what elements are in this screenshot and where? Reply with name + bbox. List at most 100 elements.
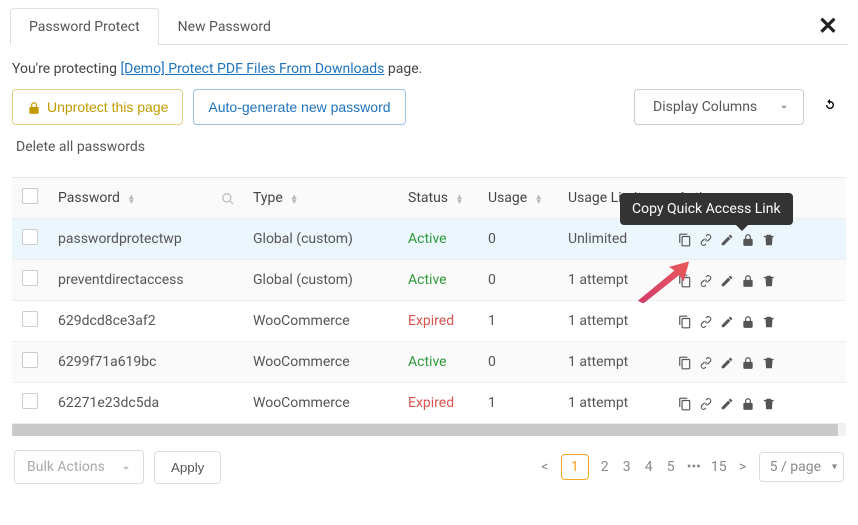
- cell-actions: [668, 260, 846, 301]
- lock-icon[interactable]: [741, 395, 755, 411]
- cell-password: 6299f71a619bc: [48, 342, 243, 383]
- page-last[interactable]: 15: [711, 459, 727, 475]
- tab-password-protect[interactable]: Password Protect: [10, 8, 159, 45]
- cell-type: WooCommerce: [243, 301, 398, 342]
- unprotect-button[interactable]: Unprotect this page: [12, 89, 183, 125]
- cell-password: preventdirectaccess: [48, 260, 243, 301]
- table-row: 62271e23dc5da WooCommerce Expired 1 1 at…: [12, 383, 846, 424]
- chevron-down-icon: [777, 99, 791, 115]
- intro-prefix: You're protecting: [12, 61, 120, 77]
- pagination: < 1 2 3 4 5 ••• 15 > 5 / page ▾: [539, 452, 844, 482]
- copy-icon[interactable]: [678, 354, 692, 370]
- copy-icon[interactable]: [678, 272, 692, 288]
- page-3[interactable]: 3: [621, 459, 633, 475]
- cell-status: Active: [398, 219, 478, 260]
- cell-password: 629dcd8ce3af2: [48, 301, 243, 342]
- select-all-checkbox[interactable]: [22, 188, 38, 204]
- edit-icon[interactable]: [720, 354, 734, 370]
- display-columns-label: Display Columns: [653, 99, 757, 115]
- lock-icon[interactable]: [741, 313, 755, 329]
- cell-password: passwordprotectwp: [48, 219, 243, 260]
- cell-status: Expired: [398, 301, 478, 342]
- apply-button[interactable]: Apply: [154, 451, 221, 484]
- col-usage[interactable]: Usage ▲▼: [478, 178, 558, 219]
- cell-actions: [668, 342, 846, 383]
- cell-actions: [668, 383, 846, 424]
- edit-icon[interactable]: [720, 313, 734, 329]
- edit-icon[interactable]: [720, 272, 734, 288]
- row-checkbox[interactable]: [22, 393, 38, 409]
- lock-icon[interactable]: [741, 272, 755, 288]
- copy-icon[interactable]: [678, 313, 692, 329]
- col-status[interactable]: Status ▲▼: [398, 178, 478, 219]
- cell-type: WooCommerce: [243, 342, 398, 383]
- page-2[interactable]: 2: [599, 459, 611, 475]
- display-columns-select[interactable]: Display Columns: [634, 89, 804, 125]
- link-icon[interactable]: [699, 354, 713, 370]
- unprotect-label: Unprotect this page: [47, 99, 168, 115]
- cell-status: Active: [398, 342, 478, 383]
- cell-usage-limit: 1 attempt: [558, 260, 668, 301]
- col-password[interactable]: Password ▲▼: [48, 178, 243, 219]
- row-checkbox[interactable]: [22, 311, 38, 327]
- trash-icon[interactable]: [762, 231, 776, 247]
- edit-icon[interactable]: [720, 231, 734, 247]
- refresh-icon[interactable]: [814, 89, 846, 126]
- link-icon[interactable]: [699, 272, 713, 288]
- link-icon[interactable]: [699, 395, 713, 411]
- page-5[interactable]: 5: [665, 459, 677, 475]
- autogen-button[interactable]: Auto-generate new password: [193, 89, 405, 125]
- table-row: preventdirectaccess Global (custom) Acti…: [12, 260, 846, 301]
- lock-icon[interactable]: [741, 354, 755, 370]
- sort-icon: ▲▼: [127, 194, 135, 204]
- cell-usage: 1: [478, 383, 558, 424]
- link-icon[interactable]: [699, 231, 713, 247]
- bulk-actions-select[interactable]: Bulk Actions: [14, 450, 144, 484]
- copy-icon[interactable]: [678, 231, 692, 247]
- trash-icon[interactable]: [762, 272, 776, 288]
- link-icon[interactable]: [699, 313, 713, 329]
- table-row: 6299f71a619bc WooCommerce Active 0 1 att…: [12, 342, 846, 383]
- page-ellipsis: •••: [687, 459, 701, 475]
- row-checkbox[interactable]: [22, 270, 38, 286]
- cell-usage: 0: [478, 219, 558, 260]
- lock-icon: [27, 99, 41, 115]
- page-next[interactable]: >: [737, 459, 749, 475]
- cell-usage-limit: 1 attempt: [558, 342, 668, 383]
- tab-new-password[interactable]: New Password: [159, 8, 290, 45]
- tooltip: Copy Quick Access Link: [620, 193, 793, 225]
- trash-icon[interactable]: [762, 395, 776, 411]
- cell-usage-limit: 1 attempt: [558, 301, 668, 342]
- row-checkbox[interactable]: [22, 352, 38, 368]
- row-checkbox[interactable]: [22, 229, 38, 245]
- col-type[interactable]: Type ▲▼: [243, 178, 398, 219]
- cell-usage: 0: [478, 260, 558, 301]
- cell-type: Global (custom): [243, 219, 398, 260]
- cell-type: WooCommerce: [243, 383, 398, 424]
- horizontal-scrollbar[interactable]: [12, 424, 846, 436]
- page-prev[interactable]: <: [539, 459, 551, 475]
- intro-text: You're protecting [Demo] Protect PDF Fil…: [10, 45, 848, 89]
- edit-icon[interactable]: [720, 395, 734, 411]
- sort-icon: ▲▼: [456, 194, 464, 204]
- cell-status: Expired: [398, 383, 478, 424]
- chevron-down-icon: [119, 459, 133, 475]
- intro-suffix: page.: [384, 61, 422, 77]
- lock-icon[interactable]: [741, 231, 755, 247]
- cell-usage-limit: 1 attempt: [558, 383, 668, 424]
- cell-password: 62271e23dc5da: [48, 383, 243, 424]
- chevron-down-icon: ▾: [832, 462, 837, 473]
- trash-icon[interactable]: [762, 354, 776, 370]
- search-icon[interactable]: [221, 190, 235, 206]
- delete-all-link[interactable]: Delete all passwords: [12, 133, 406, 161]
- copy-icon[interactable]: [678, 395, 692, 411]
- trash-icon[interactable]: [762, 313, 776, 329]
- sort-icon: ▲▼: [535, 194, 543, 204]
- sort-icon: ▲▼: [290, 194, 298, 204]
- page-1[interactable]: 1: [561, 454, 589, 480]
- page-size-select[interactable]: 5 / page ▾: [759, 452, 844, 482]
- table-row: 629dcd8ce3af2 WooCommerce Expired 1 1 at…: [12, 301, 846, 342]
- page-4[interactable]: 4: [643, 459, 655, 475]
- page-link[interactable]: [Demo] Protect PDF Files From Downloads: [120, 61, 384, 77]
- close-icon[interactable]: ✕: [808, 8, 848, 44]
